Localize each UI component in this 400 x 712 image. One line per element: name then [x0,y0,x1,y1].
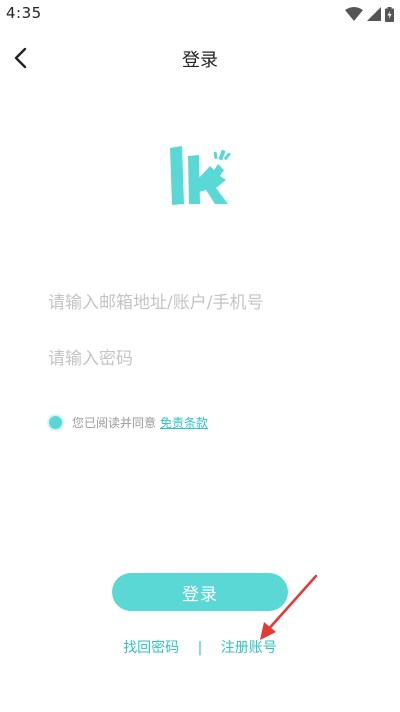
battery-icon [385,6,394,22]
page-title: 登录 [182,50,218,71]
agreement-row: 您已阅读并同意 免责条款 [49,412,208,432]
forgot-password-link[interactable]: 找回密码 [123,640,179,656]
terms-link[interactable]: 免责条款 [160,414,208,431]
status-bar: 4:35 [0,0,400,28]
agreement-text: 您已阅读并同意 [72,415,157,430]
status-time: 4:35 [6,4,42,22]
signal-icon [367,7,381,21]
login-button[interactable]: 登录 [112,573,288,611]
account-input[interactable] [48,286,358,320]
app-logo-lk-icon [170,146,231,205]
link-separator: | [197,640,203,656]
agree-radio[interactable] [49,415,62,429]
status-icons [345,6,394,22]
bottom-links: 找回密码 | 注册账号 [0,637,400,657]
wifi-icon [345,7,363,21]
password-input[interactable] [48,342,358,376]
app-logo [168,142,236,208]
register-link[interactable]: 注册账号 [221,640,277,656]
login-screen: 4:35 登录 请输入邮箱地址/账户/手机号 您已阅读并同意 免责条款 登录 找… [0,0,400,712]
